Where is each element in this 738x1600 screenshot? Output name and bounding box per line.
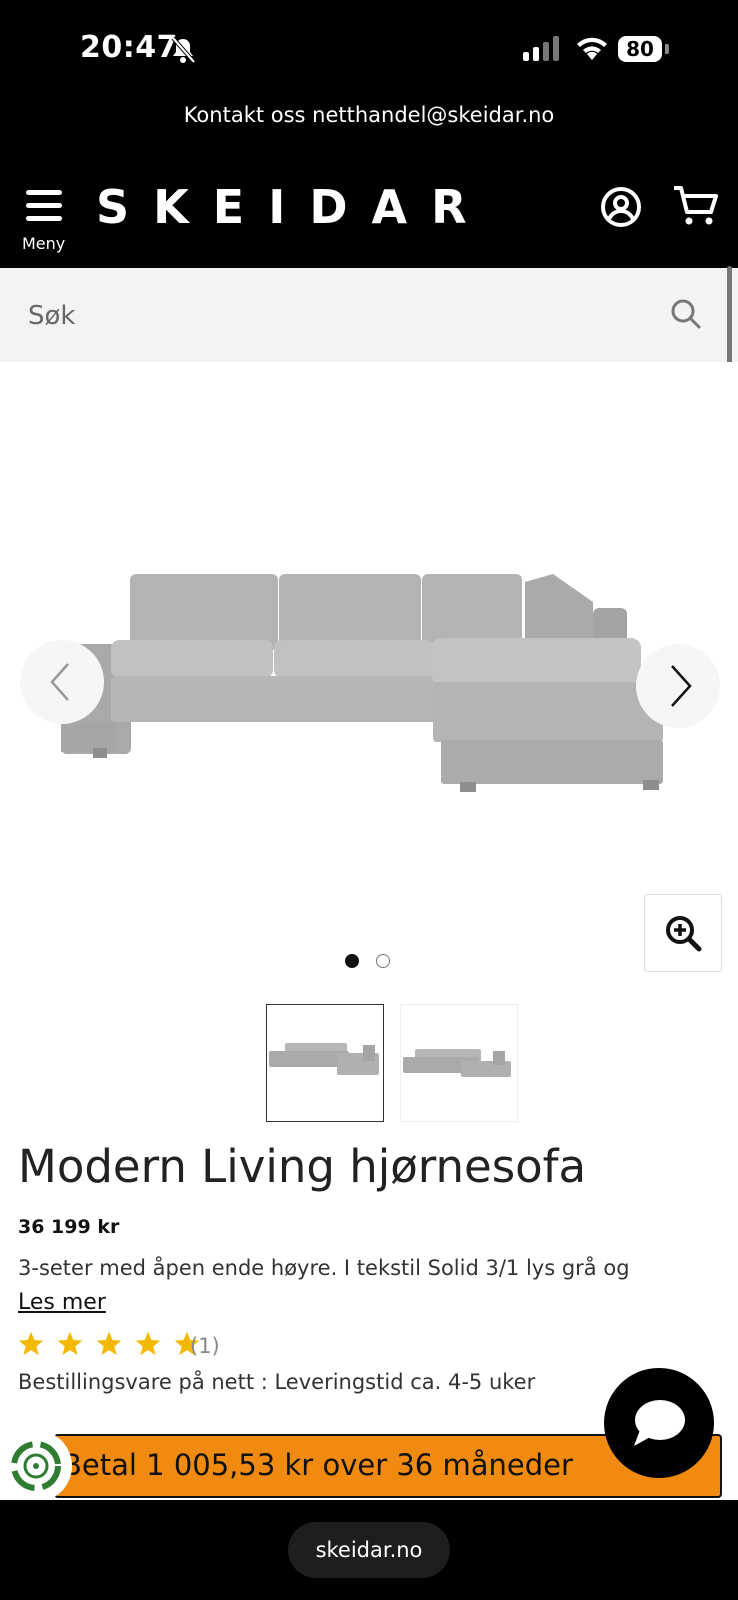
star-icon [18,1331,44,1356]
thumbnail-image [269,1043,379,1075]
delivery-info: Bestillingsvare på nett : Leveringstid c… [18,1370,536,1394]
contact-bar: Kontakt oss netthandel@skeidar.no [0,100,738,166]
thumbnail-2[interactable] [400,1004,518,1122]
star-icon [96,1331,122,1356]
gallery-dot-2[interactable] [376,954,390,968]
signal-icon [523,36,559,61]
thumbnail-1[interactable] [266,1004,384,1122]
read-more-link[interactable]: Les mer [18,1290,106,1315]
menu-icon-bar [26,203,62,208]
status-bar: 20:47 80 [0,0,738,100]
recycling-badge[interactable] [0,1430,72,1502]
menu-button[interactable]: Meny [18,186,74,256]
chevron-left-icon [50,663,69,701]
menu-label: Meny [22,234,66,253]
status-time: 20:47 [80,30,178,65]
cart-icon[interactable] [672,184,720,228]
menu-icon [26,190,62,195]
battery-nub [665,44,669,54]
gallery-prev-button[interactable] [20,640,104,724]
bell-off-icon [171,36,196,64]
search-bar [0,268,738,362]
installment-text: Betal 1 005,53 kr over 36 måneder [62,1448,573,1482]
chat-button[interactable] [604,1368,714,1478]
rating-stars[interactable] [16,1330,206,1360]
search-input[interactable] [26,292,630,340]
contact-text[interactable]: Kontakt oss netthandel@skeidar.no [184,100,555,130]
zoom-button[interactable] [644,894,722,972]
product-image [61,574,663,792]
search-icon[interactable] [670,298,702,330]
product-price: 36 199 kr [18,1216,120,1238]
product-gallery [0,362,738,1002]
star-icon [57,1331,83,1356]
logo[interactable]: SKEIDAR [96,180,491,234]
site-header: Meny SKEIDAR [0,166,738,268]
recycle-icon [11,1441,61,1491]
gallery-dot-1[interactable] [345,954,359,968]
thumbnail-image [403,1049,511,1077]
star-icon [136,1331,161,1356]
chevron-right-icon [671,665,692,707]
gallery-next-button[interactable] [636,644,720,728]
product-description: 3-seter med åpen ende høyre. I tekstil S… [18,1256,630,1280]
user-icon[interactable] [600,186,642,228]
zoom-in-icon [666,916,702,952]
wifi-icon [577,37,607,60]
browser-bottom-bar: skeidar.no [0,1500,738,1600]
chat-icon [634,1400,685,1446]
review-count[interactable]: (1) [190,1334,220,1358]
battery-icon: 80 [618,36,662,62]
address-bar[interactable]: skeidar.no [288,1522,450,1578]
product-title: Modern Living hjørnesofa [18,1140,587,1193]
menu-icon-bar [26,216,62,221]
